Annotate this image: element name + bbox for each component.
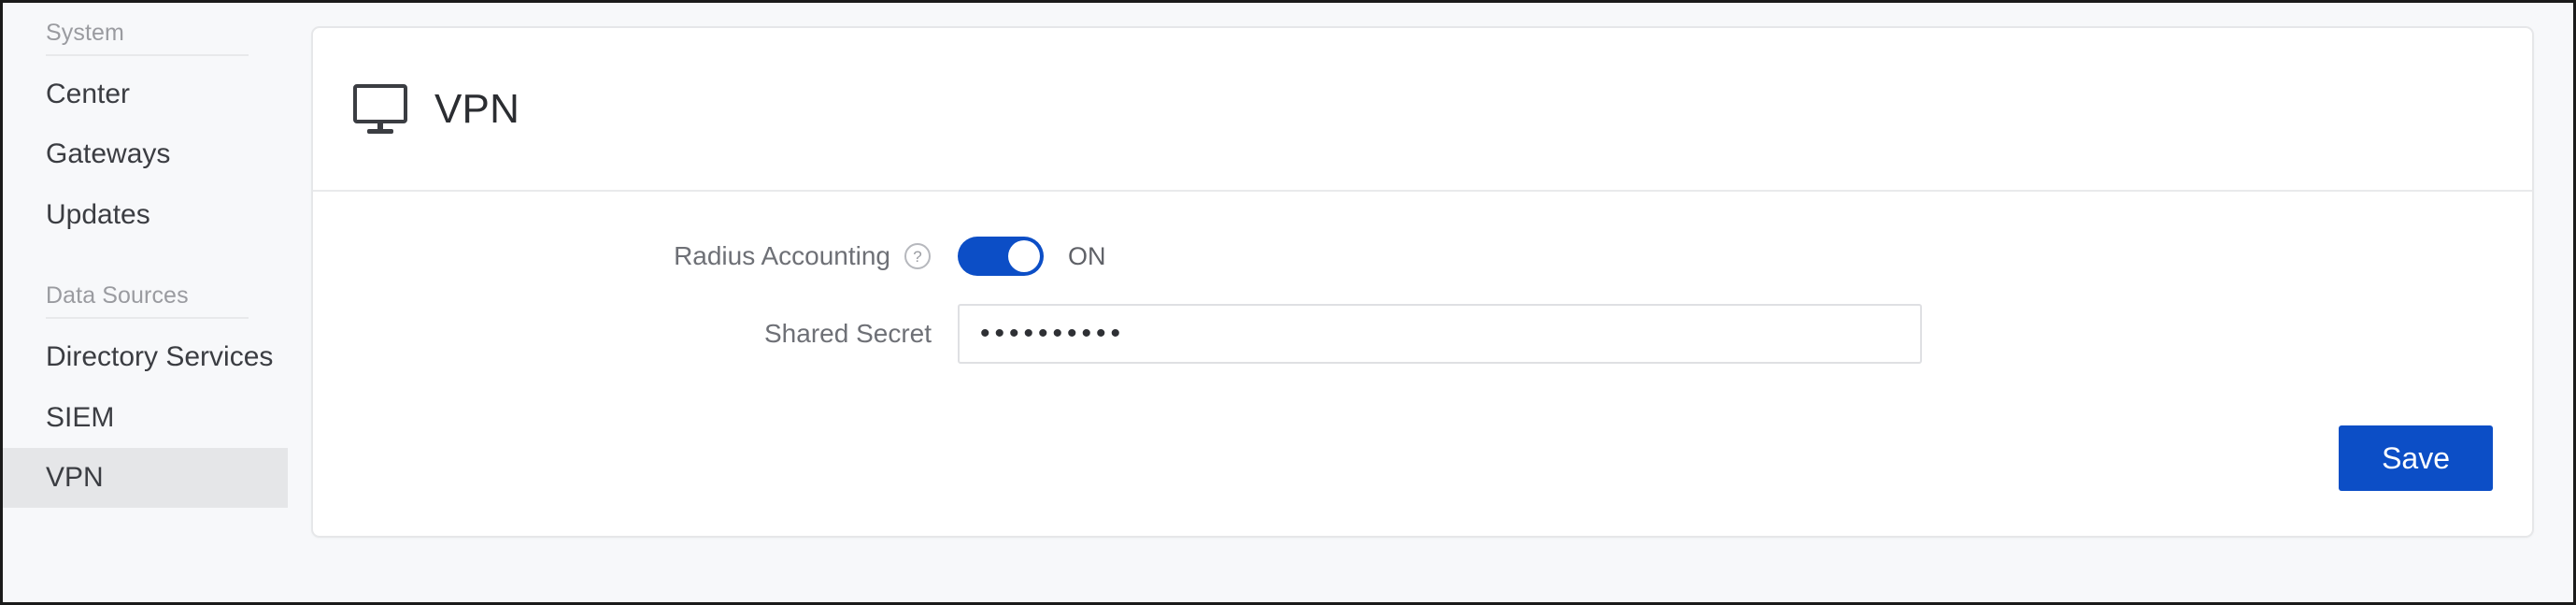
radius-accounting-label-group: Radius Accounting ? xyxy=(313,241,958,271)
sidebar-item-vpn[interactable]: VPN xyxy=(3,447,288,509)
sidebar-item-label: SIEM xyxy=(46,401,115,433)
sidebar: System Center Gateways Updates Data Sour… xyxy=(3,3,288,602)
sidebar-item-label: VPN xyxy=(46,461,104,493)
question-circle-icon[interactable]: ? xyxy=(904,242,932,270)
toggle-state-label: ON xyxy=(1068,241,1106,270)
sidebar-item-label: Center xyxy=(46,79,131,109)
sidebar-item-label: Updates xyxy=(46,198,150,230)
radius-accounting-control: ON xyxy=(958,237,1106,276)
monitor-icon xyxy=(352,83,408,136)
card-footer: Save xyxy=(2339,425,2493,491)
sidebar-item-label: Gateways xyxy=(46,138,171,170)
radius-accounting-label: Radius Accounting xyxy=(674,241,890,270)
settings-page: System Center Gateways Updates Data Sour… xyxy=(3,3,2573,602)
shared-secret-input[interactable]: •••••••••• xyxy=(958,304,1922,364)
sidebar-item-directory-services[interactable]: Directory Services xyxy=(3,319,288,387)
sidebar-section-header-system: System xyxy=(46,20,124,46)
sidebar-item-gateways[interactable]: Gateways xyxy=(3,124,288,184)
page-title: VPN xyxy=(434,85,520,132)
sidebar-section-data-sources: Data Sources Directory Services SIEM VPN xyxy=(3,282,288,509)
sidebar-item-label: Directory Services xyxy=(46,341,274,373)
main-content: VPN Radius Accounting ? ON Shared Secret… xyxy=(288,3,2573,602)
save-button[interactable]: Save xyxy=(2339,425,2493,491)
sidebar-item-center[interactable]: Center xyxy=(3,56,288,124)
sidebar-item-siem[interactable]: SIEM xyxy=(3,388,288,448)
svg-text:?: ? xyxy=(913,248,921,266)
vpn-settings-card: VPN Radius Accounting ? ON Shared Secret… xyxy=(311,26,2534,538)
card-body: Radius Accounting ? ON Shared Secret •••… xyxy=(313,192,2532,536)
shared-secret-label-group: Shared Secret xyxy=(313,319,958,349)
shared-secret-label: Shared Secret xyxy=(764,319,932,348)
radius-accounting-row: Radius Accounting ? ON xyxy=(313,237,2532,276)
card-header: VPN xyxy=(313,28,2532,192)
shared-secret-control: •••••••••• xyxy=(958,304,1922,364)
toggle-knob xyxy=(1008,240,1040,272)
shared-secret-row: Shared Secret •••••••••• xyxy=(313,304,2532,364)
sidebar-section-system: System Center Gateways Updates xyxy=(3,20,288,245)
sidebar-section-header-data-sources: Data Sources xyxy=(46,282,189,310)
radius-accounting-toggle[interactable] xyxy=(958,237,1044,276)
sidebar-item-updates[interactable]: Updates xyxy=(3,185,288,245)
